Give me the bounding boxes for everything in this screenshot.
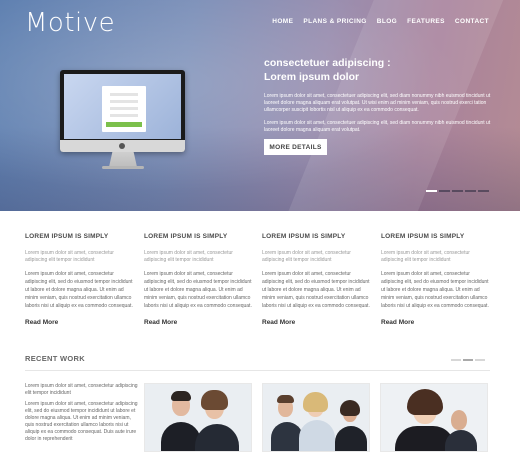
recent-work-dot[interactable] bbox=[463, 359, 473, 361]
person-hair bbox=[201, 390, 228, 410]
mini-form-row bbox=[110, 107, 138, 110]
slider-dot[interactable] bbox=[452, 190, 463, 192]
recent-work-description: Lorem ipsum dolor sit amet, consectetur … bbox=[25, 383, 140, 447]
feature-column: LOREM IPSUM IS SIMPLY Lorem ipsum dolor … bbox=[262, 233, 372, 326]
person-hair bbox=[303, 392, 328, 412]
site-logo[interactable]: Motive bbox=[25, 8, 115, 38]
person-hair bbox=[277, 395, 294, 403]
portfolio-thumbnail[interactable] bbox=[144, 383, 252, 452]
nav-home[interactable]: HOME bbox=[272, 18, 293, 25]
mini-form-row bbox=[110, 100, 138, 103]
slider-dot[interactable] bbox=[478, 190, 489, 192]
feature-subtitle: Lorem ipsum dolor sit amet, consectetur … bbox=[381, 250, 470, 263]
person-hair bbox=[340, 400, 360, 416]
recent-work-divider bbox=[25, 370, 490, 371]
mini-login-form bbox=[102, 86, 146, 132]
recent-work-pagination bbox=[451, 359, 485, 361]
feature-body: Lorem ipsum dolor sit amet, consectetur … bbox=[262, 271, 370, 309]
feature-subtitle: Lorem ipsum dolor sit amet, consectetur … bbox=[25, 250, 114, 263]
feature-subtitle: Lorem ipsum dolor sit amet, consectetur … bbox=[144, 250, 233, 263]
read-more-link[interactable]: Read More bbox=[262, 319, 372, 326]
recent-work-dot[interactable] bbox=[451, 359, 461, 361]
feature-title: LOREM IPSUM IS SIMPLY bbox=[25, 233, 109, 240]
feature-column: LOREM IPSUM IS SIMPLY Lorem ipsum dolor … bbox=[144, 233, 254, 326]
mini-form-row bbox=[110, 93, 138, 96]
feature-subtitle: Lorem ipsum dolor sit amet, consectetur … bbox=[262, 250, 351, 263]
apple-logo-icon bbox=[119, 143, 125, 149]
feature-column: LOREM IPSUM IS SIMPLY Lorem ipsum dolor … bbox=[381, 233, 491, 326]
hero-title-line1: consectetuer adipiscing : bbox=[264, 57, 391, 69]
feature-body: Lorem ipsum dolor sit amet, consectetur … bbox=[381, 271, 489, 309]
hero-paragraph-2: Lorem ipsum dolor sit amet, consectetuer… bbox=[264, 120, 491, 133]
hero-title-line2: Lorem ipsum dolor bbox=[264, 71, 360, 83]
mini-form-button bbox=[106, 122, 142, 127]
nav-features[interactable]: FEATURES bbox=[407, 18, 445, 25]
portfolio-thumbnail[interactable] bbox=[380, 383, 488, 452]
monitor-base bbox=[102, 166, 144, 169]
monitor-stand bbox=[109, 152, 137, 167]
hero-slider: Motive HOME PLANS & PRICING BLOG FEATURE… bbox=[0, 0, 520, 211]
person-suit bbox=[299, 420, 335, 451]
feature-body: Lorem ipsum dolor sit amet, consectetur … bbox=[144, 271, 252, 309]
feature-body: Lorem ipsum dolor sit amet, consectetur … bbox=[25, 271, 133, 309]
portfolio-thumbnail[interactable] bbox=[262, 383, 370, 452]
recent-work-text-1: Lorem ipsum dolor sit amet, consectetur … bbox=[25, 383, 138, 396]
nav-blog[interactable]: BLOG bbox=[377, 18, 397, 25]
feature-title: LOREM IPSUM IS SIMPLY bbox=[381, 233, 465, 240]
person-face bbox=[451, 410, 467, 430]
nav-plans-pricing[interactable]: PLANS & PRICING bbox=[303, 18, 366, 25]
slider-pagination bbox=[426, 190, 489, 192]
recent-work-dot[interactable] bbox=[475, 359, 485, 361]
person-suit bbox=[335, 426, 367, 451]
person-suit bbox=[445, 430, 477, 451]
read-more-link[interactable]: Read More bbox=[25, 319, 135, 326]
main-nav: HOME PLANS & PRICING BLOG FEATURES CONTA… bbox=[272, 18, 489, 25]
slider-dot[interactable] bbox=[426, 190, 437, 192]
slider-dot[interactable] bbox=[465, 190, 476, 192]
mini-form-row bbox=[110, 114, 138, 117]
hero-paragraph-1: Lorem ipsum dolor sit amet, consectetuer… bbox=[264, 93, 491, 113]
monitor-frame bbox=[60, 70, 185, 152]
nav-contact[interactable]: CONTACT bbox=[455, 18, 489, 25]
person-suit bbox=[195, 424, 239, 451]
hero-title: consectetuer adipiscing : Lorem ipsum do… bbox=[264, 56, 484, 84]
person-hair bbox=[407, 389, 443, 415]
monitor-illustration bbox=[60, 70, 185, 173]
more-details-button[interactable]: MORE DETAILS bbox=[264, 139, 327, 155]
read-more-link[interactable]: Read More bbox=[381, 319, 491, 326]
feature-title: LOREM IPSUM IS SIMPLY bbox=[144, 233, 228, 240]
feature-column: LOREM IPSUM IS SIMPLY Lorem ipsum dolor … bbox=[25, 233, 135, 326]
feature-title: LOREM IPSUM IS SIMPLY bbox=[262, 233, 346, 240]
read-more-link[interactable]: Read More bbox=[144, 319, 254, 326]
slider-dot[interactable] bbox=[439, 190, 450, 192]
recent-work-title: RECENT WORK bbox=[25, 354, 85, 363]
person-hair bbox=[171, 391, 191, 401]
recent-work-text-2: Lorem ipsum dolor sit amet, consectetur … bbox=[25, 401, 138, 442]
monitor-screen bbox=[64, 74, 181, 139]
